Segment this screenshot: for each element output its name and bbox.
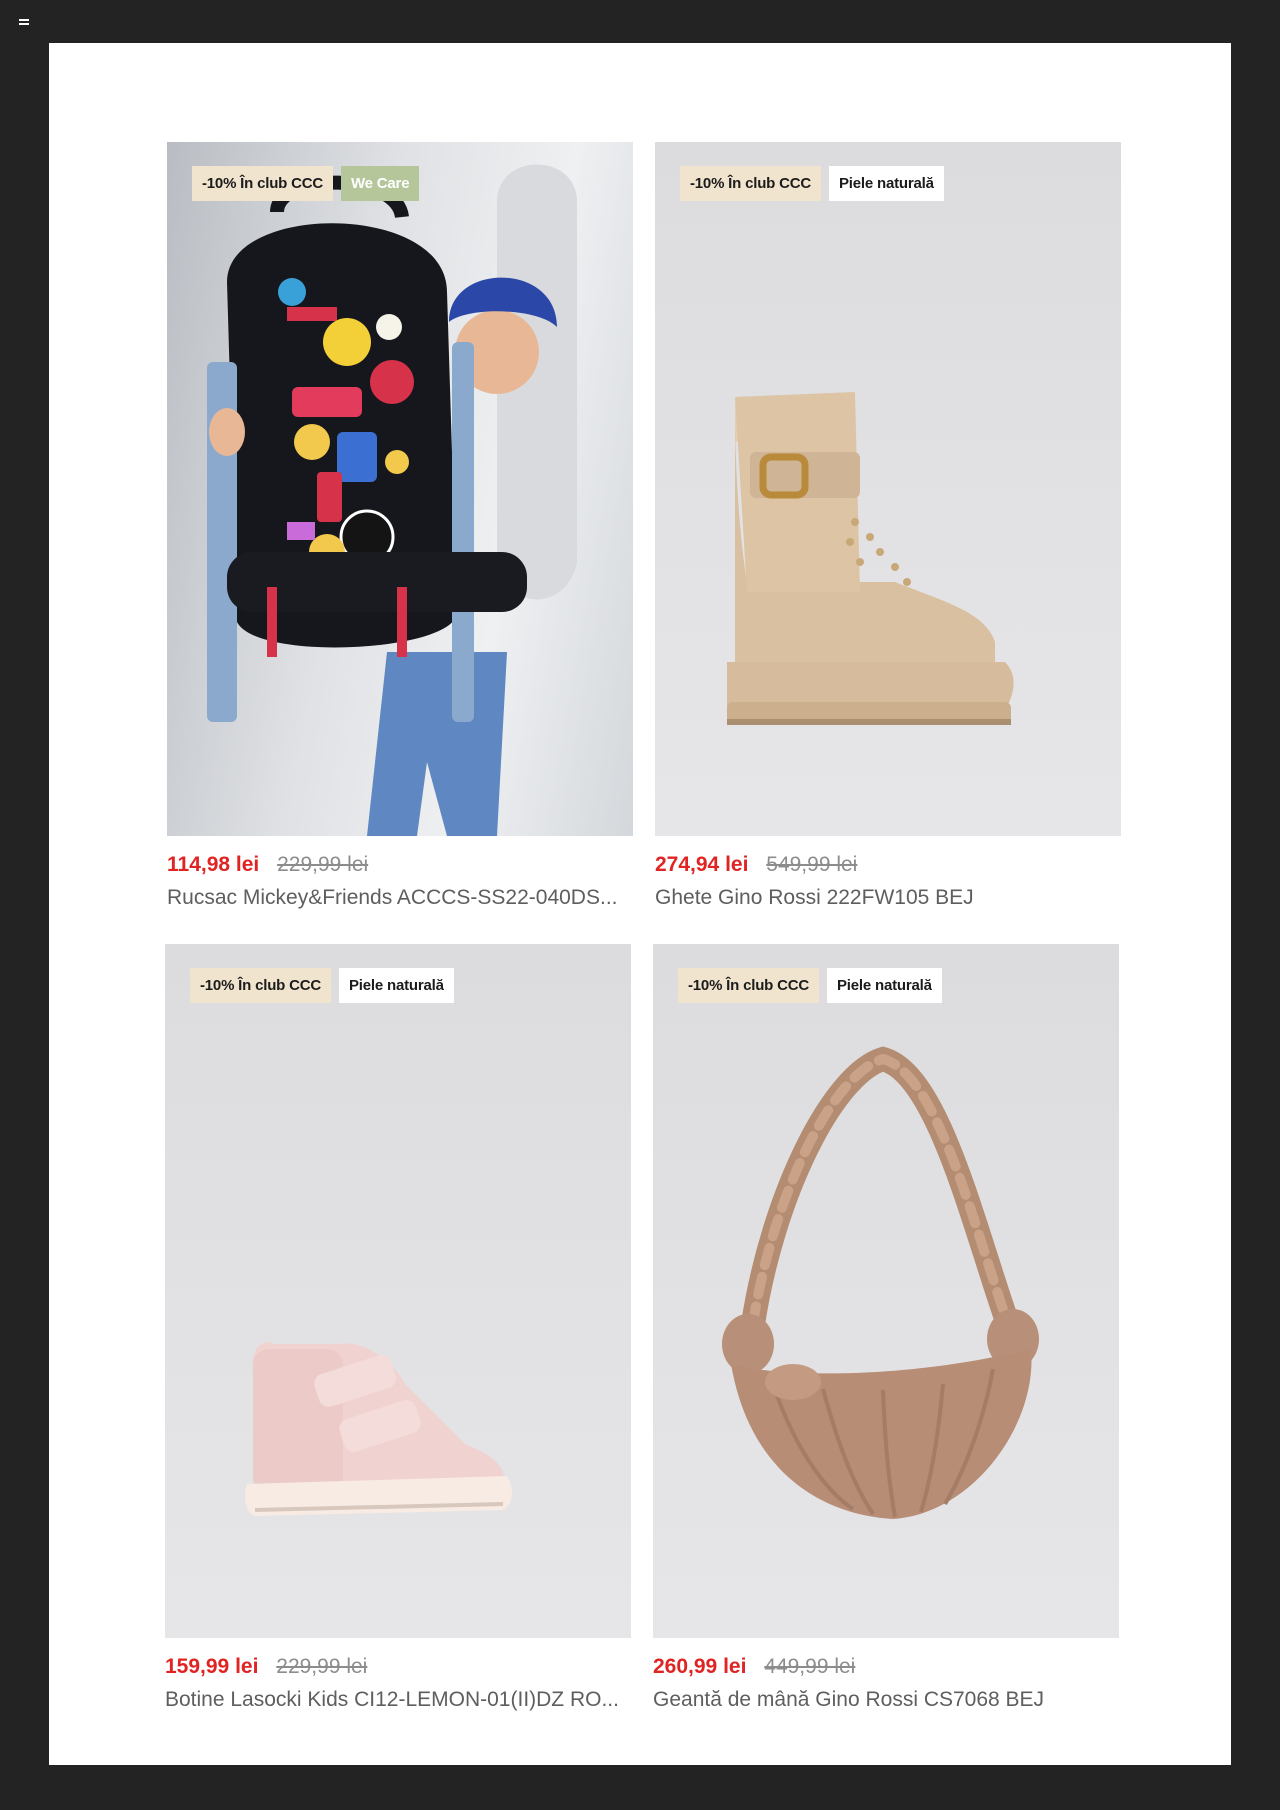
original-price: 449,99 lei bbox=[764, 1655, 856, 1678]
sale-price: 114,98 lei bbox=[167, 853, 260, 876]
product-card-kids-booties[interactable]: -10% În club CCC Piele naturală 159,99 l… bbox=[165, 944, 631, 1712]
sale-price: 274,94 lei bbox=[655, 853, 749, 876]
price-row: 260,99 lei 449,99 lei bbox=[653, 1655, 1119, 1679]
product-image-handbag[interactable]: -10% În club CCC Piele naturală bbox=[653, 944, 1119, 1638]
natural-leather-badge: Piele naturală bbox=[828, 166, 944, 201]
boot-illustration bbox=[727, 392, 1014, 725]
sale-price: 159,99 lei bbox=[165, 1655, 259, 1678]
natural-leather-badge: Piele naturală bbox=[338, 968, 454, 1003]
product-name[interactable]: Ghete Gino Rossi 222FW105 BEJ bbox=[655, 886, 1121, 910]
badge-row: -10% În club CCC Piele naturală bbox=[190, 968, 454, 1003]
badge-row: -10% În club CCC We Care bbox=[192, 166, 420, 201]
menu-icon[interactable] bbox=[19, 19, 29, 27]
price-row: 114,98 lei 229,99 lei bbox=[167, 853, 633, 877]
price-row: 274,94 lei 549,99 lei bbox=[655, 853, 1121, 877]
club-discount-badge: -10% În club CCC bbox=[678, 968, 819, 1003]
badge-row: -10% În club CCC Piele naturală bbox=[680, 166, 944, 201]
product-image-kids-booties[interactable]: -10% În club CCC Piele naturală bbox=[165, 944, 631, 1638]
price-row: 159,99 lei 229,99 lei bbox=[165, 1655, 631, 1679]
product-name[interactable]: Botine Lasocki Kids CI12-LEMON-01(II)DZ … bbox=[165, 1688, 631, 1712]
natural-leather-badge: Piele naturală bbox=[826, 968, 942, 1003]
original-price: 229,99 lei bbox=[277, 853, 369, 876]
club-discount-badge: -10% În club CCC bbox=[680, 166, 821, 201]
product-image-backpack[interactable]: -10% În club CCC We Care bbox=[167, 142, 633, 836]
club-discount-badge: -10% În club CCC bbox=[190, 968, 331, 1003]
product-name[interactable]: Rucsac Mickey&Friends ACCCS-SS22-040DS..… bbox=[167, 886, 633, 910]
backpack-illustration bbox=[207, 164, 577, 836]
catalog-page: -10% În club CCC We Care 114,98 lei 229,… bbox=[49, 43, 1231, 1765]
product-card-backpack[interactable]: -10% În club CCC We Care 114,98 lei 229,… bbox=[167, 142, 633, 910]
badge-row: -10% În club CCC Piele naturală bbox=[678, 968, 942, 1003]
sale-price: 260,99 lei bbox=[653, 1655, 747, 1678]
club-discount-badge: -10% În club CCC bbox=[192, 166, 333, 201]
product-name[interactable]: Geantă de mână Gino Rossi CS7068 BEJ bbox=[653, 1688, 1119, 1712]
product-card-boots[interactable]: -10% În club CCC Piele naturală 274,94 l… bbox=[655, 142, 1121, 910]
original-price: 229,99 lei bbox=[276, 1655, 368, 1678]
we-care-badge: We Care bbox=[340, 166, 420, 201]
original-price: 549,99 lei bbox=[766, 853, 858, 876]
kids-bootie-illustration bbox=[245, 1342, 512, 1516]
handbag-illustration bbox=[722, 1046, 1039, 1519]
product-image-boots[interactable]: -10% În club CCC Piele naturală bbox=[655, 142, 1121, 836]
product-card-handbag[interactable]: -10% În club CCC Piele naturală 260,99 l… bbox=[653, 944, 1119, 1712]
